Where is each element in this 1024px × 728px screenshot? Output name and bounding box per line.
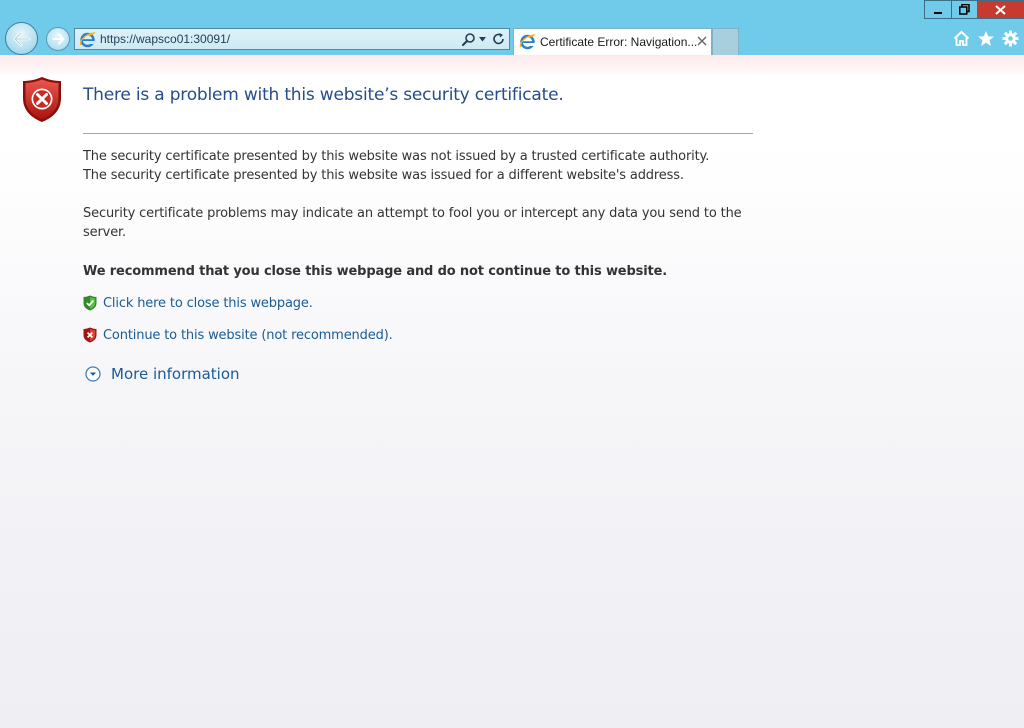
shield-check-icon xyxy=(83,295,97,311)
search-icon[interactable] xyxy=(461,32,476,47)
close-tab-icon[interactable] xyxy=(697,36,707,46)
chevron-down-icon[interactable] xyxy=(479,37,486,42)
tab-title: Certificate Error: Navigation... xyxy=(540,35,698,49)
arrow-left-icon xyxy=(13,31,30,46)
page-title: There is a problem with this website’s s… xyxy=(83,85,564,105)
new-tab-button[interactable] xyxy=(712,28,739,55)
shield-error-small-icon xyxy=(83,327,97,343)
refresh-icon[interactable] xyxy=(492,32,506,46)
minimize-button[interactable] xyxy=(924,0,951,19)
restore-button[interactable] xyxy=(951,0,978,19)
address-bar[interactable]: https://wapsco01:30091/ xyxy=(74,28,510,50)
tab-certificate-error[interactable]: Certificate Error: Navigation... xyxy=(513,28,712,55)
close-icon xyxy=(995,4,1006,15)
shield-error-icon xyxy=(23,77,61,122)
error-detail-address-mismatch: The security certificate presented by th… xyxy=(83,168,684,183)
browser-chrome: https://wapsco01:30091/ Certificate Erro… xyxy=(0,0,1024,55)
minimize-icon xyxy=(934,11,942,14)
page-content: There is a problem with this website’s s… xyxy=(0,55,1024,728)
home-icon[interactable] xyxy=(953,30,970,47)
security-warning-text: Security certificate problems may indica… xyxy=(83,206,742,240)
address-url[interactable]: https://wapsco01:30091/ xyxy=(100,32,230,46)
continue-website-link[interactable]: Continue to this website (not recommende… xyxy=(103,328,393,343)
restore-icon xyxy=(959,4,970,15)
divider xyxy=(83,133,753,134)
favorites-star-icon[interactable] xyxy=(977,30,995,47)
close-webpage-link[interactable]: Click here to close this webpage. xyxy=(103,296,313,311)
recommendation-text: We recommend that you close this webpage… xyxy=(83,264,668,279)
expand-chevron-icon xyxy=(85,366,101,382)
arrow-right-icon xyxy=(52,33,64,45)
error-detail-untrusted-authority: The security certificate presented by th… xyxy=(83,149,710,164)
close-window-button[interactable] xyxy=(978,0,1024,19)
internet-explorer-icon xyxy=(519,34,536,50)
internet-explorer-icon xyxy=(79,32,96,48)
more-information-label[interactable]: More information xyxy=(111,365,240,383)
gear-icon[interactable] xyxy=(1002,30,1019,47)
forward-button[interactable] xyxy=(46,27,70,51)
back-button[interactable] xyxy=(5,22,38,55)
